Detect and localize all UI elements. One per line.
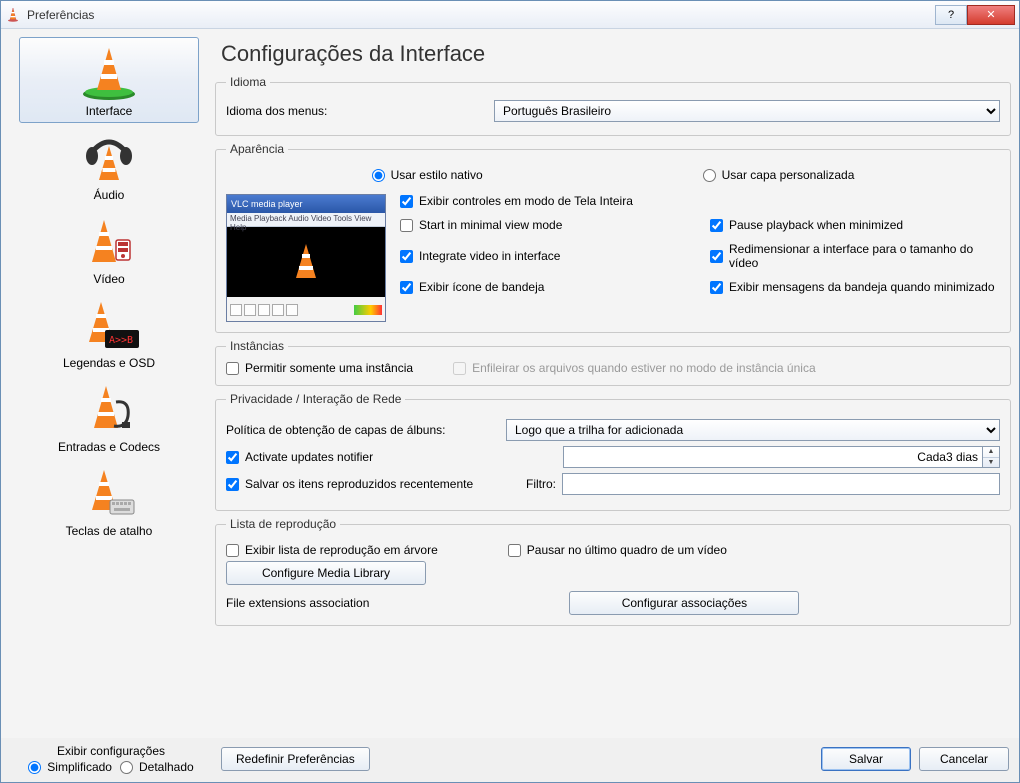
updates-interval-input[interactable] <box>563 446 983 468</box>
hotkeys-icon <box>78 466 140 522</box>
video-icon <box>78 214 140 270</box>
group-legend: Instâncias <box>226 339 288 353</box>
filter-input[interactable] <box>562 473 1000 495</box>
interface-icon <box>75 44 143 102</box>
codecs-icon <box>78 382 140 438</box>
close-button[interactable]: ✕ <box>967 5 1015 25</box>
check-tray-messages[interactable]: Exibir mensagens da bandeja quando minim… <box>710 280 1000 294</box>
preview-title: VLC media player <box>227 195 385 213</box>
group-privacidade: Privacidade / Interação de Rede Política… <box>215 392 1011 511</box>
check-resize-interface[interactable]: Redimensionar a interface para o tamanho… <box>710 242 1000 270</box>
group-legend: Aparência <box>226 142 288 156</box>
interface-preview: VLC media player Media Playback Audio Vi… <box>226 194 386 322</box>
sidebar-item-label: Vídeo <box>24 272 194 286</box>
subtitles-icon: A>>B <box>75 298 143 354</box>
sidebar-item-subtitles[interactable]: A>>B Legendas e OSD <box>19 291 199 375</box>
save-button[interactable]: Salvar <box>821 747 911 771</box>
group-instancias: Instâncias Permitir somente uma instânci… <box>215 339 1011 386</box>
sidebar-item-label: Áudio <box>24 188 194 202</box>
cancel-button[interactable]: Cancelar <box>919 747 1009 771</box>
sidebar: Interface Áudio Vídeo A>>B Legendas e OS… <box>9 37 209 730</box>
configure-media-library-button[interactable]: Configure Media Library <box>226 561 426 585</box>
check-fullscreen-controls[interactable]: Exibir controles em modo de Tela Inteira <box>400 194 1000 208</box>
preview-video <box>227 227 385 297</box>
spin-down-icon[interactable]: ▼ <box>983 458 999 468</box>
check-pause-minimized[interactable]: Pause playback when minimized <box>710 218 1000 232</box>
check-pause-last-frame[interactable]: Pausar no último quadro de um vídeo <box>508 543 727 557</box>
check-integrate-video[interactable]: Integrate video in interface <box>400 242 690 270</box>
radio-detailed[interactable]: Detalhado <box>120 760 194 774</box>
check-tray-icon[interactable]: Exibir ícone de bandeja <box>400 280 690 294</box>
svg-text:A>>B: A>>B <box>109 335 133 346</box>
group-aparencia: Aparência Usar estilo nativo Usar capa p… <box>215 142 1011 333</box>
sidebar-item-label: Teclas de atalho <box>24 524 194 538</box>
menus-language-label: Idioma dos menus: <box>226 104 486 118</box>
sidebar-item-codecs[interactable]: Entradas e Codecs <box>19 375 199 459</box>
sidebar-item-interface[interactable]: Interface <box>19 37 199 123</box>
group-playlist: Lista de reprodução Exibir lista de repr… <box>215 517 1011 626</box>
sidebar-item-hotkeys[interactable]: Teclas de atalho <box>19 459 199 543</box>
menus-language-select[interactable]: Português Brasileiro <box>494 100 1000 122</box>
appearance-checks: Exibir controles em modo de Tela Inteira… <box>400 194 1000 322</box>
footer-show-settings: Exibir configurações Simplificado Detalh… <box>11 744 211 774</box>
group-legend: Idioma <box>226 75 270 89</box>
check-save-recent[interactable]: Salvar os itens reproduzidos recentement… <box>226 477 506 491</box>
sidebar-item-label: Entradas e Codecs <box>24 440 194 454</box>
configure-associations-button[interactable]: Configurar associações <box>569 591 799 615</box>
reset-preferences-button[interactable]: Redefinir Preferências <box>221 747 370 771</box>
group-legend: Lista de reprodução <box>226 517 340 531</box>
content: Configurações da Interface Idioma Idioma… <box>215 37 1011 730</box>
audio-icon <box>78 130 140 186</box>
footer: Exibir configurações Simplificado Detalh… <box>1 738 1019 782</box>
radio-native-style[interactable]: Usar estilo nativo <box>372 168 483 182</box>
radio-custom-skin[interactable]: Usar capa personalizada <box>703 168 855 182</box>
vlc-icon <box>5 7 21 23</box>
check-enqueue-files: Enfileirar os arquivos quando estiver no… <box>453 361 816 375</box>
group-idioma: Idioma Idioma dos menus: Português Brasi… <box>215 75 1011 136</box>
preferences-window: Preferências ? ✕ Interface Áudio Vídeo A… <box>0 0 1020 783</box>
preview-menu: Media Playback Audio Video Tools View He… <box>227 213 385 227</box>
updates-interval-spinner[interactable]: ▲▼ <box>983 446 1000 468</box>
album-art-policy-select[interactable]: Logo que a trilha for adicionada <box>506 419 1000 441</box>
file-extensions-label: File extensions association <box>226 596 369 610</box>
filter-label: Filtro: <box>506 477 556 491</box>
check-updates-notifier[interactable]: Activate updates notifier <box>226 450 506 464</box>
window-title: Preferências <box>27 8 935 22</box>
preview-controls <box>227 297 385 322</box>
sidebar-item-audio[interactable]: Áudio <box>19 123 199 207</box>
help-button[interactable]: ? <box>935 5 967 25</box>
check-playlist-tree[interactable]: Exibir lista de reprodução em árvore <box>226 543 438 557</box>
titlebar-buttons: ? ✕ <box>935 5 1015 25</box>
sidebar-item-video[interactable]: Vídeo <box>19 207 199 291</box>
radio-simple[interactable]: Simplificado <box>28 760 112 774</box>
body: Interface Áudio Vídeo A>>B Legendas e OS… <box>1 29 1019 738</box>
cone-icon <box>284 240 328 284</box>
group-legend: Privacidade / Interação de Rede <box>226 392 405 406</box>
titlebar: Preferências ? ✕ <box>1 1 1019 29</box>
check-single-instance[interactable]: Permitir somente uma instância <box>226 361 413 375</box>
check-minimal-view[interactable]: Start in minimal view mode <box>400 218 690 232</box>
show-settings-label: Exibir configurações <box>57 744 165 758</box>
album-art-policy-label: Política de obtenção de capas de álbuns: <box>226 423 506 437</box>
sidebar-item-label: Legendas e OSD <box>24 356 194 370</box>
page-title: Configurações da Interface <box>215 37 1011 73</box>
spin-up-icon[interactable]: ▲ <box>983 447 999 458</box>
sidebar-item-label: Interface <box>24 104 194 118</box>
